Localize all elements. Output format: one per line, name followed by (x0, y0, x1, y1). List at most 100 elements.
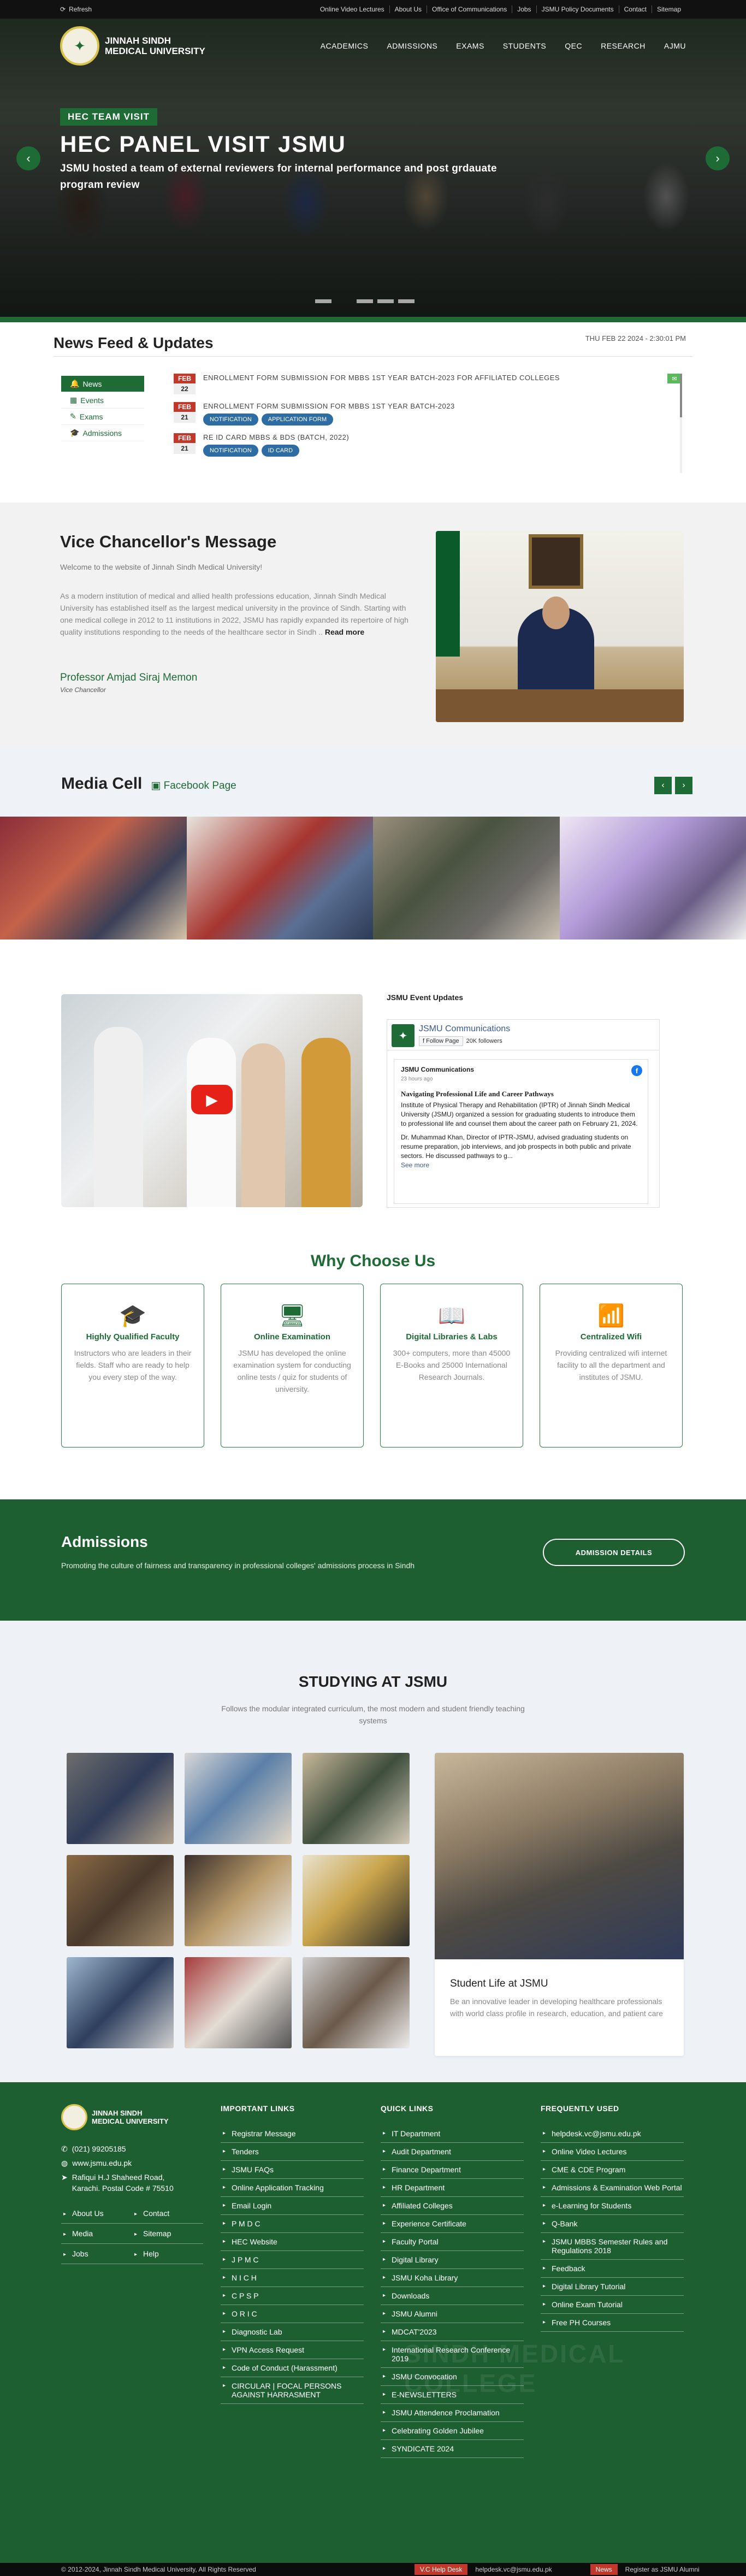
menu-exams[interactable]: EXAMS (456, 42, 484, 50)
slider-dot[interactable] (398, 299, 415, 303)
footer-link[interactable]: J P M C (221, 2251, 364, 2269)
news-item-title[interactable]: RE ID CARD MBBS & BDS (BATCH, 2022) (203, 433, 682, 445)
news-item[interactable]: FEB 21 ENROLLMENT FORM SUBMISSION FOR MBB… (174, 402, 682, 426)
footer-link[interactable]: Tenders (221, 2143, 364, 2161)
tab-exams[interactable]: ✎ Exams (61, 409, 144, 425)
top-link[interactable]: Jobs (512, 5, 536, 13)
page-avatar[interactable]: ✦ (392, 1024, 415, 1047)
footer-link[interactable]: Admissions & Examination Web Portal (541, 2179, 684, 2197)
footer-link[interactable]: Downloads (381, 2287, 524, 2305)
footer-link[interactable]: Audit Department (381, 2143, 524, 2161)
slider-dot[interactable] (315, 299, 331, 303)
gallery-photo[interactable] (303, 1855, 410, 1946)
footer-link[interactable]: CME & CDE Program (541, 2161, 684, 2179)
footer-link[interactable]: MDCAT'2023 (381, 2323, 524, 2341)
footer-link[interactable]: Contact (132, 2203, 203, 2224)
footer-link[interactable]: Registrar Message (221, 2125, 364, 2143)
facebook-page-link[interactable]: ▣ Facebook Page (146, 780, 236, 791)
footer-link[interactable]: JSMU Convocation (381, 2368, 524, 2386)
footer-link[interactable]: Help (132, 2244, 203, 2264)
footer-link[interactable]: Faculty Portal (381, 2233, 524, 2251)
footer-link[interactable]: IT Department (381, 2125, 524, 2143)
tag-application-form[interactable]: APPLICATION FORM (261, 413, 334, 426)
footer-link[interactable]: Experience Certificate (381, 2215, 524, 2233)
footer-link[interactable]: C P S P (221, 2287, 364, 2305)
footer-link[interactable]: N I C H (221, 2269, 364, 2287)
media-photo[interactable] (0, 817, 187, 940)
footer-link[interactable]: Affiliated Colleges (381, 2197, 524, 2215)
media-prev-button[interactable]: ‹ (654, 777, 672, 794)
video-player[interactable]: ▶ (61, 994, 363, 1207)
gallery-photo[interactable] (303, 1753, 410, 1844)
footer-link[interactable]: JSMU Alumni (381, 2305, 524, 2323)
news-badge[interactable]: News (590, 2564, 618, 2575)
slider-dot[interactable] (357, 299, 373, 303)
top-link[interactable]: About Us (389, 5, 427, 13)
menu-qec[interactable]: QEC (565, 42, 582, 50)
footer-link[interactable]: Digital Library (381, 2251, 524, 2269)
footer-link[interactable]: SYNDICATE 2024 (381, 2440, 524, 2458)
footer-link[interactable]: VPN Access Request (221, 2341, 364, 2359)
footer-link[interactable]: JSMU Attendence Proclamation (381, 2404, 524, 2422)
follow-page-button[interactable]: f Follow Page (419, 1036, 463, 1046)
news-scrollbar[interactable] (680, 374, 682, 473)
footer-link[interactable]: Email Login (221, 2197, 364, 2215)
footer-link[interactable]: Diagnostic Lab (221, 2323, 364, 2341)
footer-link[interactable]: Media (61, 2224, 132, 2244)
media-next-button[interactable]: › (675, 777, 692, 794)
menu-ajmu[interactable]: AJMU (664, 42, 686, 50)
site-logo[interactable]: ✦ JINNAH SINDH MEDICAL UNIVERSITY (60, 26, 205, 66)
footer-link[interactable]: Online Video Lectures (541, 2143, 684, 2161)
read-more-link[interactable]: Read more (325, 628, 364, 636)
footer-link[interactable]: Online Application Tracking (221, 2179, 364, 2197)
menu-admissions[interactable]: ADMISSIONS (387, 42, 437, 50)
gallery-photo[interactable] (185, 1753, 292, 1844)
tag-id-card[interactable]: ID CARD (261, 445, 300, 457)
gallery-photo[interactable] (185, 1855, 292, 1946)
helpdesk-email[interactable]: helpdesk.vc@jsmu.edu.pk (475, 2566, 552, 2573)
footer-link[interactable]: Sitemap (132, 2224, 203, 2244)
footer-link[interactable]: HEC Website (221, 2233, 364, 2251)
footer-link[interactable]: HR Department (381, 2179, 524, 2197)
refresh-link[interactable]: ⟳ Refresh (60, 5, 92, 13)
post-author[interactable]: JSMU Communications (401, 1065, 641, 1074)
see-more-link[interactable]: See more (401, 1161, 641, 1170)
news-item-title[interactable]: ENROLLMENT FORM SUBMISSION FOR MBBS 1ST … (203, 374, 660, 385)
fb-page-name[interactable]: JSMU Communications (419, 1024, 510, 1034)
footer-link[interactable]: e-Learning for Students (541, 2197, 684, 2215)
top-link[interactable]: Contact (618, 5, 652, 13)
footer-link[interactable]: E-NEWSLETTERS (381, 2386, 524, 2404)
footer-link[interactable]: helpdesk.vc@jsmu.edu.pk (541, 2125, 684, 2143)
footer-link[interactable]: Celebrating Golden Jubilee (381, 2422, 524, 2440)
footer-link[interactable]: CIRCULAR | FOCAL PERSONS AGAINST HARRASM… (221, 2377, 364, 2404)
slider-dot[interactable] (336, 299, 352, 303)
slider-next-button[interactable]: › (706, 146, 730, 170)
media-photo[interactable] (559, 817, 746, 940)
menu-research[interactable]: RESEARCH (601, 42, 646, 50)
footer-link[interactable]: Finance Department (381, 2161, 524, 2179)
top-link[interactable]: JSMU Policy Documents (536, 5, 619, 13)
tag-notification[interactable]: NOTIFICATION (203, 413, 258, 426)
footer-link[interactable]: P M D C (221, 2215, 364, 2233)
footer-link[interactable]: JSMU Koha Library (381, 2269, 524, 2287)
tag-notification[interactable]: NOTIFICATION (203, 445, 258, 457)
footer-link[interactable]: JSMU MBBS Semester Rules and Regulations… (541, 2233, 684, 2260)
footer-link[interactable]: O R I C (221, 2305, 364, 2323)
top-link[interactable]: Sitemap (651, 5, 686, 13)
gallery-photo[interactable] (67, 1753, 174, 1844)
admission-details-button[interactable]: ADMISSION DETAILS (543, 1539, 685, 1566)
tab-events[interactable]: ▦ Events (61, 392, 144, 409)
footer-link[interactable]: About Us (61, 2203, 132, 2224)
student-life-card[interactable]: Student Life at JSMU Be an innovative le… (435, 1753, 684, 2056)
menu-students[interactable]: STUDENTS (503, 42, 546, 50)
tab-news[interactable]: 🔔 News (61, 376, 144, 392)
gallery-photo[interactable] (303, 1957, 410, 2048)
footer-link[interactable]: Free PH Courses (541, 2314, 684, 2332)
alumni-link[interactable]: Register as JSMU Alumni (625, 2566, 700, 2573)
footer-link[interactable]: Digital Library Tutorial (541, 2278, 684, 2296)
gallery-photo[interactable] (67, 1957, 174, 2048)
footer-logo[interactable]: JINNAH SINDH MEDICAL UNIVERSITY (61, 2104, 203, 2130)
footer-link[interactable]: Q-Bank (541, 2215, 684, 2233)
menu-academics[interactable]: ACADEMICS (321, 42, 369, 50)
gallery-photo[interactable] (67, 1855, 174, 1946)
